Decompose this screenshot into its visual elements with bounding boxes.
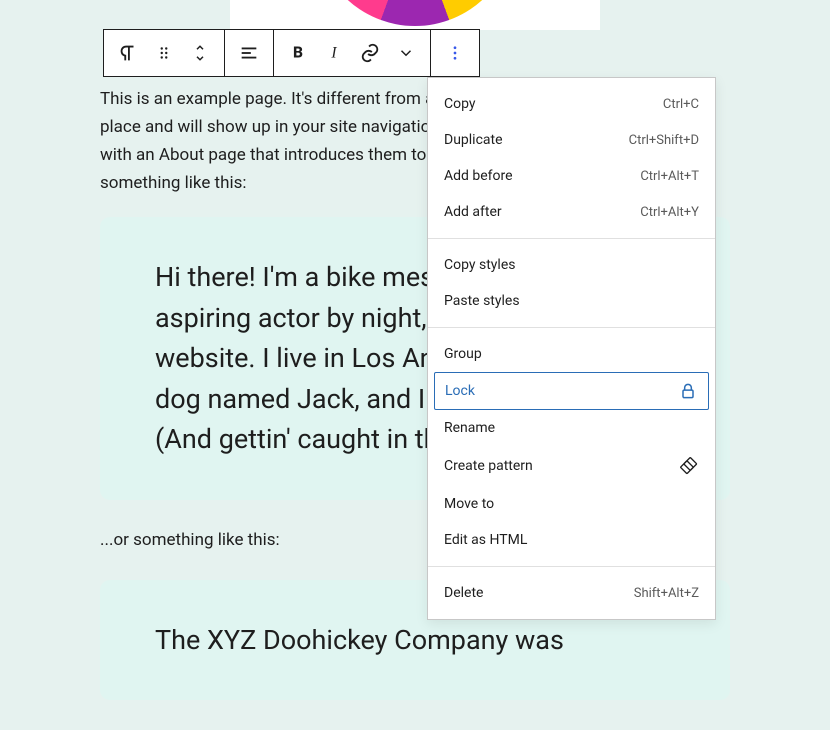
link-button[interactable] xyxy=(352,30,388,76)
menu-section: Copy styles Paste styles xyxy=(428,239,715,328)
menu-item-shortcut: Ctrl+Shift+D xyxy=(629,133,699,148)
drag-handle-button[interactable] xyxy=(146,30,182,76)
svg-text:I: I xyxy=(330,45,337,62)
menu-item-paste-styles[interactable]: Paste styles xyxy=(428,283,715,319)
italic-button[interactable]: I xyxy=(316,30,352,76)
menu-item-label: Create pattern xyxy=(444,458,533,474)
menu-item-label: Copy styles xyxy=(444,257,515,273)
menu-item-create-pattern[interactable]: Create pattern xyxy=(428,446,715,486)
toolbar-group-format: B I xyxy=(274,30,431,76)
quote-text: The XYZ Doohickey Company was xyxy=(155,620,675,661)
menu-item-copy[interactable]: Copy Ctrl+C xyxy=(428,86,715,122)
menu-item-shortcut: Ctrl+C xyxy=(663,97,699,112)
pattern-icon xyxy=(679,456,699,476)
menu-item-lock[interactable]: Lock xyxy=(434,372,709,410)
menu-item-label: Add before xyxy=(444,168,513,184)
more-options-button[interactable] xyxy=(437,30,473,76)
toolbar-group-more xyxy=(431,30,479,76)
menu-item-move-to[interactable]: Move to xyxy=(428,486,715,522)
toolbar-group-block xyxy=(104,30,225,76)
menu-item-delete[interactable]: Delete Shift+Alt+Z xyxy=(428,575,715,611)
header-image-container xyxy=(230,0,600,30)
menu-item-label: Paste styles xyxy=(444,293,520,309)
align-button[interactable] xyxy=(231,30,267,76)
menu-item-copy-styles[interactable]: Copy styles xyxy=(428,247,715,283)
menu-item-label: Group xyxy=(444,346,482,362)
move-up-down-button[interactable] xyxy=(182,30,218,76)
menu-item-edit-as-html[interactable]: Edit as HTML xyxy=(428,522,715,558)
menu-item-shortcut: Ctrl+Alt+Y xyxy=(640,205,699,220)
menu-item-label: Lock xyxy=(445,383,475,399)
bold-button[interactable]: B xyxy=(280,30,316,76)
menu-item-shortcut: Shift+Alt+Z xyxy=(634,586,699,601)
menu-item-add-after[interactable]: Add after Ctrl+Alt+Y xyxy=(428,194,715,230)
menu-section: Copy Ctrl+C Duplicate Ctrl+Shift+D Add b… xyxy=(428,78,715,239)
menu-item-duplicate[interactable]: Duplicate Ctrl+Shift+D xyxy=(428,122,715,158)
menu-item-add-before[interactable]: Add before Ctrl+Alt+T xyxy=(428,158,715,194)
menu-item-label: Copy xyxy=(444,96,476,112)
menu-item-label: Delete xyxy=(444,585,483,601)
svg-text:B: B xyxy=(293,44,303,62)
menu-section: Group Lock Rename Create pattern Move to… xyxy=(428,328,715,567)
menu-section: Delete Shift+Alt+Z xyxy=(428,567,715,619)
logo-circle xyxy=(315,0,515,26)
menu-item-label: Edit as HTML xyxy=(444,532,527,548)
menu-item-group[interactable]: Group xyxy=(428,336,715,372)
menu-item-label: Rename xyxy=(444,420,495,436)
lock-icon xyxy=(678,381,698,401)
menu-item-label: Add after xyxy=(444,204,502,220)
menu-item-rename[interactable]: Rename xyxy=(428,410,715,446)
menu-item-label: Duplicate xyxy=(444,132,503,148)
block-type-paragraph-button[interactable] xyxy=(110,30,146,76)
toolbar-group-align xyxy=(225,30,274,76)
format-dropdown-button[interactable] xyxy=(388,30,424,76)
menu-item-label: Move to xyxy=(444,496,494,512)
block-toolbar: B I xyxy=(103,29,480,77)
block-options-menu: Copy Ctrl+C Duplicate Ctrl+Shift+D Add b… xyxy=(427,77,716,620)
menu-item-shortcut: Ctrl+Alt+T xyxy=(640,169,699,184)
